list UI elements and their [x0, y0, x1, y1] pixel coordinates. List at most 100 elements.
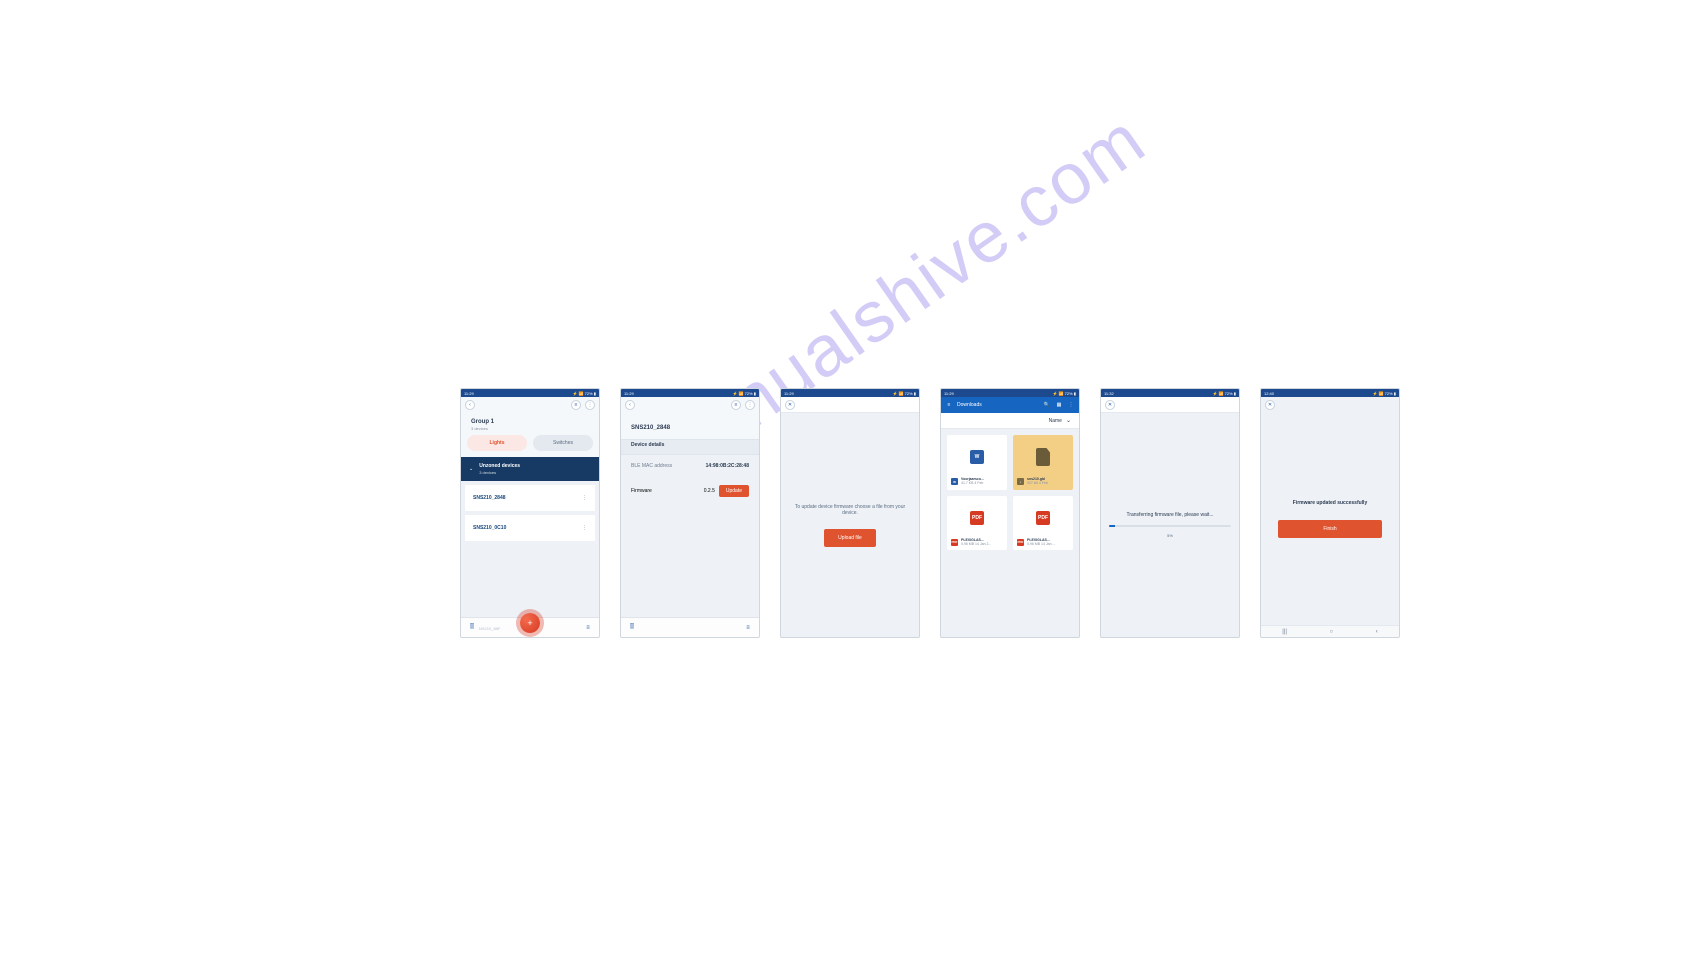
status-time: 12:40 [1264, 391, 1274, 396]
picker-toolbar: ≡ Downloads 🔍 ▦ ⋮ [941, 397, 1079, 413]
group-subtitle: 3 devices [471, 426, 589, 431]
value-firmware: 0.2.5 [704, 488, 715, 494]
file-meta: 41.7 KB 4 Feb [961, 482, 984, 486]
home-icon[interactable]: ○ [1330, 629, 1334, 635]
file-meta: 0,96 MB 14 Jan ... [1027, 543, 1055, 547]
menu-icon[interactable]: ≡ [743, 623, 753, 633]
upload-file-button[interactable]: Upload file [824, 529, 876, 547]
upload-body: To update device firmware choose a file … [781, 413, 919, 637]
fab-add-button[interactable]: + [520, 613, 540, 633]
screen-transfer-progress: 11:32 ⚡ 📶 72% ▮ ✕ Transferring firmware … [1100, 388, 1240, 638]
group-title: Group 1 [471, 419, 589, 425]
menu-icon[interactable]: ≡ [583, 623, 593, 633]
status-right: ⚡ 📶 72% ▮ [1372, 391, 1396, 396]
status-time: 11:32 [1104, 391, 1114, 396]
chevron-down-icon: ⌄ [1066, 417, 1071, 424]
file-grid: W W Voorjaarsco... 41.7 KB 4 Feb ▪ sns21… [941, 429, 1079, 556]
screen-upload-prompt: 11:29 ⚡ 📶 72% ▮ ✕ To update device firmw… [780, 388, 920, 638]
status-bar: 11:32 ⚡ 📶 72% ▮ [1101, 389, 1239, 397]
back-icon[interactable]: ‹ [1376, 629, 1378, 635]
finish-button[interactable]: Finish [1278, 520, 1383, 538]
file-tile[interactable]: PDF PDF PLEXIGLAS... 0,96 MB 14 Jan ... [1013, 496, 1073, 551]
status-right: ⚡ 📶 72% ▮ [1212, 391, 1236, 396]
section-unzoned[interactable]: ⌄ Unzoned devices 3 devices [461, 457, 599, 481]
label-firmware: Firmware [631, 488, 652, 494]
faint-device-text: NS210_88F [479, 626, 500, 631]
device-name: SNS210_0C10 [473, 525, 506, 531]
file-meta: 927 kB 4 Feb [1027, 482, 1048, 486]
close-button[interactable]: ✕ [785, 400, 795, 410]
sort-row[interactable]: Name ⌄ [941, 413, 1079, 429]
close-bar: ✕ [1101, 397, 1239, 413]
view-grid-icon[interactable]: ▦ [1055, 402, 1063, 408]
status-bar: 11:29 ⚡ 📶 72% ▮ [781, 389, 919, 397]
file-badge-icon: ▪ [1017, 478, 1024, 485]
chevron-down-icon: ⌄ [469, 466, 473, 472]
search-icon[interactable]: 🔍 [1043, 402, 1051, 408]
status-right: ⚡ 📶 72% ▮ [892, 391, 916, 396]
status-right: ⚡ 📶 72% ▮ [732, 391, 756, 396]
device-row[interactable]: SNS210_0C10 ⋮ [465, 515, 595, 541]
file-tile-selected[interactable]: ▪ sns210.gbl 927 kB 4 Feb [1013, 435, 1073, 490]
bottom-bar: ⫿⫿ ≡ [621, 617, 759, 637]
close-bar: ✕ [1261, 397, 1399, 413]
chart-icon[interactable]: ⫿⫿ [627, 623, 637, 633]
close-bar: ✕ [781, 397, 919, 413]
status-time: 11:29 [784, 391, 794, 396]
screen-file-picker: 11:29 ⚡ 📶 72% ▮ ≡ Downloads 🔍 ▦ ⋮ Name ⌄… [940, 388, 1080, 638]
back-button[interactable]: ‹ [465, 400, 475, 410]
row-mac-address: BLE MAC address 14:98:0B:2C:28:48 [621, 455, 759, 477]
file-tile[interactable]: PDF PDF PLEXIGLAS... 0,96 MB 14 Jan 2... [947, 496, 1007, 551]
pdf-badge-icon: PDF [951, 539, 958, 546]
section-title: Unzoned devices [479, 463, 520, 469]
sort-label: Name [1049, 418, 1062, 424]
close-button[interactable]: ✕ [1265, 400, 1275, 410]
drawer-icon[interactable]: ≡ [945, 402, 953, 408]
status-right: ⚡ 📶 72% ▮ [1052, 391, 1076, 396]
top-nav: ‹ ≡ ⋮ [621, 397, 759, 413]
success-message: Firmware updated successfully [1293, 500, 1367, 506]
progress-message: Transferring firmware file, please wait.… [1126, 512, 1213, 519]
row-more-icon[interactable]: ⋮ [582, 495, 587, 501]
filter-icon[interactable]: ≡ [731, 400, 741, 410]
section-subtitle: 3 devices [479, 470, 520, 475]
screen-update-success: 12:40 ⚡ 📶 72% ▮ ✕ Firmware updated succe… [1260, 388, 1400, 638]
word-badge-icon: W [951, 478, 958, 485]
status-bar: 11:29 ⚡ 📶 72% ▮ [941, 389, 1079, 397]
device-title: SNS210_2848 [621, 413, 759, 439]
success-body: Firmware updated successfully Finish [1261, 413, 1399, 625]
screens-row: 11:29 ⚡ 📶 72% ▮ ‹ ≡ ⋮ Group 1 3 devices … [460, 388, 1400, 638]
pdf-icon: PDF [970, 511, 984, 525]
status-bar: 11:29 ⚡ 📶 72% ▮ [461, 389, 599, 397]
progress-body: Transferring firmware file, please wait.… [1101, 413, 1239, 637]
more-icon[interactable]: ⋮ [585, 400, 595, 410]
group-header: Group 1 3 devices [461, 413, 599, 435]
update-button[interactable]: Update [719, 485, 749, 497]
device-row[interactable]: SNS210_2848 ⋮ [465, 485, 595, 511]
more-icon[interactable]: ⋮ [745, 400, 755, 410]
chart-icon[interactable]: ⫿⫿ [467, 623, 477, 633]
bottom-bar: ⫿⫿ NS210_88F ≡ + [461, 617, 599, 637]
progress-bar-fill [1109, 525, 1115, 527]
row-firmware: Firmware 0.2.5 Update [621, 477, 759, 505]
label-mac: BLE MAC address [631, 463, 672, 469]
file-tile[interactable]: W W Voorjaarsco... 41.7 KB 4 Feb [947, 435, 1007, 490]
progress-bar [1109, 525, 1231, 527]
word-icon: W [970, 450, 984, 464]
status-bar: 12:40 ⚡ 📶 72% ▮ [1261, 389, 1399, 397]
upload-message: To update device firmware choose a file … [793, 504, 907, 517]
recent-apps-icon[interactable]: ||| [1282, 629, 1287, 635]
filter-icon[interactable]: ≡ [571, 400, 581, 410]
file-icon [1036, 448, 1050, 466]
close-button[interactable]: ✕ [1105, 400, 1115, 410]
tab-lights[interactable]: Lights [467, 435, 527, 451]
status-bar: 11:29 ⚡ 📶 72% ▮ [621, 389, 759, 397]
back-button[interactable]: ‹ [625, 400, 635, 410]
top-nav: ‹ ≡ ⋮ [461, 397, 599, 413]
row-more-icon[interactable]: ⋮ [582, 525, 587, 531]
tabs: Lights Switches [461, 435, 599, 457]
tab-switches[interactable]: Switches [533, 435, 593, 451]
more-icon[interactable]: ⋮ [1067, 402, 1075, 408]
value-mac: 14:98:0B:2C:28:48 [706, 463, 749, 469]
status-time: 11:29 [624, 391, 634, 396]
